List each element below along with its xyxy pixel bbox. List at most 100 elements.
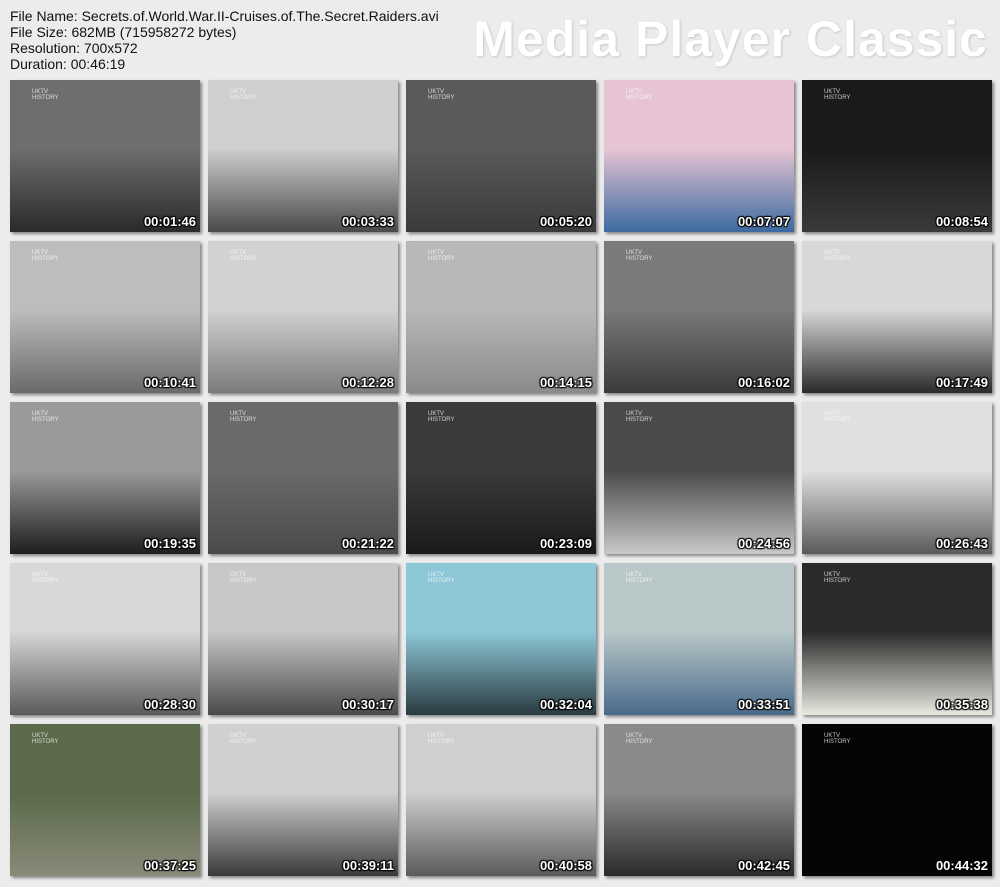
thumbnail-frame (802, 563, 992, 715)
channel-watermark: UKTV HISTORY (626, 572, 652, 584)
thumbnail-frame (10, 241, 200, 393)
thumbnail-timestamp: 00:32:04 (539, 697, 592, 712)
thumbnail-frame (10, 724, 200, 876)
thumbnail-timestamp: 00:21:22 (341, 536, 394, 551)
watermark-line: HISTORY (626, 739, 653, 745)
watermark-line: HISTORY (230, 256, 257, 262)
thumbnail-frame (604, 563, 794, 715)
thumbnail-frame (208, 563, 398, 715)
thumbnail-frame (604, 241, 794, 393)
thumbnail-timestamp: 00:01:46 (143, 214, 196, 229)
thumbnail-frame (802, 402, 992, 554)
channel-watermark: UKTV HISTORY (32, 89, 58, 101)
thumbnail: UKTV HISTORY 00:30:17 (208, 563, 398, 715)
watermark-line: HISTORY (230, 417, 257, 423)
thumbnail: UKTV HISTORY 00:14:15 (406, 241, 596, 393)
thumbnail: UKTV HISTORY 00:33:51 (604, 563, 794, 715)
channel-watermark: UKTV HISTORY (626, 250, 652, 262)
thumbnail: UKTV HISTORY 00:39:11 (208, 724, 398, 876)
thumbnail-frame (208, 402, 398, 554)
channel-watermark: UKTV HISTORY (626, 89, 652, 101)
watermark-line: HISTORY (230, 578, 257, 584)
thumbnail-timestamp: 00:28:30 (143, 697, 196, 712)
watermark-line: HISTORY (32, 578, 59, 584)
thumbnail-frame (406, 563, 596, 715)
watermark-line: HISTORY (428, 578, 455, 584)
watermark-line: HISTORY (626, 95, 653, 101)
thumbnail: UKTV HISTORY 00:37:25 (10, 724, 200, 876)
thumbnail-timestamp: 00:14:15 (539, 375, 592, 390)
thumbnail: UKTV HISTORY 00:08:54 (802, 80, 992, 232)
thumbnail: UKTV HISTORY 00:21:22 (208, 402, 398, 554)
thumbnail-frame (604, 402, 794, 554)
thumbnail-timestamp: 00:03:33 (341, 214, 394, 229)
duration: Duration: 00:46:19 (10, 56, 126, 72)
watermark-line: HISTORY (32, 739, 59, 745)
channel-watermark: UKTV HISTORY (428, 411, 454, 423)
watermark-line: HISTORY (626, 578, 653, 584)
watermark-line: HISTORY (824, 417, 851, 423)
watermark-line: HISTORY (230, 95, 257, 101)
thumbnail-timestamp: 00:33:51 (737, 697, 790, 712)
thumbnail-timestamp: 00:44:32 (935, 858, 988, 873)
channel-watermark: UKTV HISTORY (428, 250, 454, 262)
channel-watermark: UKTV HISTORY (428, 572, 454, 584)
thumbnail-timestamp: 00:16:02 (737, 375, 790, 390)
watermark-line: HISTORY (824, 256, 851, 262)
thumbnail: UKTV HISTORY 00:28:30 (10, 563, 200, 715)
channel-watermark: UKTV HISTORY (428, 733, 454, 745)
channel-watermark: UKTV HISTORY (32, 250, 58, 262)
thumbnail-frame (10, 563, 200, 715)
thumbnail-timestamp: 00:40:58 (539, 858, 592, 873)
thumbnail-frame (10, 80, 200, 232)
thumbnail: UKTV HISTORY 00:07:07 (604, 80, 794, 232)
thumbnail-frame (802, 724, 992, 876)
channel-watermark: UKTV HISTORY (824, 411, 850, 423)
thumbnail-frame (208, 80, 398, 232)
thumbnail: UKTV HISTORY 00:05:20 (406, 80, 596, 232)
thumbnail-frame (208, 241, 398, 393)
thumbnail-frame (406, 241, 596, 393)
thumbnail: UKTV HISTORY 00:19:35 (10, 402, 200, 554)
thumbnail: UKTV HISTORY 00:40:58 (406, 724, 596, 876)
thumbnail-frame (802, 80, 992, 232)
file-info: File Name: Secrets.of.World.War.II-Cruis… (10, 8, 439, 72)
thumbnail: UKTV HISTORY 00:17:49 (802, 241, 992, 393)
watermark-line: HISTORY (428, 256, 455, 262)
thumbnail: UKTV HISTORY 00:16:02 (604, 241, 794, 393)
thumbnail-timestamp: 00:30:17 (341, 697, 394, 712)
thumbnail-frame (406, 80, 596, 232)
thumbnail-timestamp: 00:26:43 (935, 536, 988, 551)
watermark-line: HISTORY (428, 739, 455, 745)
watermark-line: HISTORY (230, 739, 257, 745)
thumbnail-frame (10, 402, 200, 554)
thumbnail: UKTV HISTORY 00:24:56 (604, 402, 794, 554)
channel-watermark: UKTV HISTORY (230, 89, 256, 101)
header: File Name: Secrets.of.World.War.II-Cruis… (0, 0, 1000, 80)
watermark-line: HISTORY (32, 417, 59, 423)
thumbnail-frame (406, 724, 596, 876)
thumbnail: UKTV HISTORY 00:35:38 (802, 563, 992, 715)
file-size: File Size: 682MB (715958272 bytes) (10, 24, 237, 40)
channel-watermark: UKTV HISTORY (428, 89, 454, 101)
thumbnail-timestamp: 00:19:35 (143, 536, 196, 551)
thumbnail: UKTV HISTORY 00:32:04 (406, 563, 596, 715)
watermark-line: HISTORY (428, 417, 455, 423)
channel-watermark: UKTV HISTORY (230, 572, 256, 584)
channel-watermark: UKTV HISTORY (626, 411, 652, 423)
watermark-line: HISTORY (32, 95, 59, 101)
channel-watermark: UKTV HISTORY (32, 411, 58, 423)
resolution: Resolution: 700x572 (10, 40, 138, 56)
file-name: File Name: Secrets.of.World.War.II-Cruis… (10, 8, 439, 24)
channel-watermark: UKTV HISTORY (824, 250, 850, 262)
channel-watermark: UKTV HISTORY (230, 411, 256, 423)
thumbnail-frame (802, 241, 992, 393)
channel-watermark: UKTV HISTORY (824, 733, 850, 745)
watermark-line: HISTORY (824, 95, 851, 101)
thumbnail-timestamp: 00:12:28 (341, 375, 394, 390)
channel-watermark: UKTV HISTORY (626, 733, 652, 745)
thumbnail-timestamp: 00:17:49 (935, 375, 988, 390)
thumbnail: UKTV HISTORY 00:44:32 (802, 724, 992, 876)
thumbnail-timestamp: 00:10:41 (143, 375, 196, 390)
thumbnail: UKTV HISTORY 00:26:43 (802, 402, 992, 554)
